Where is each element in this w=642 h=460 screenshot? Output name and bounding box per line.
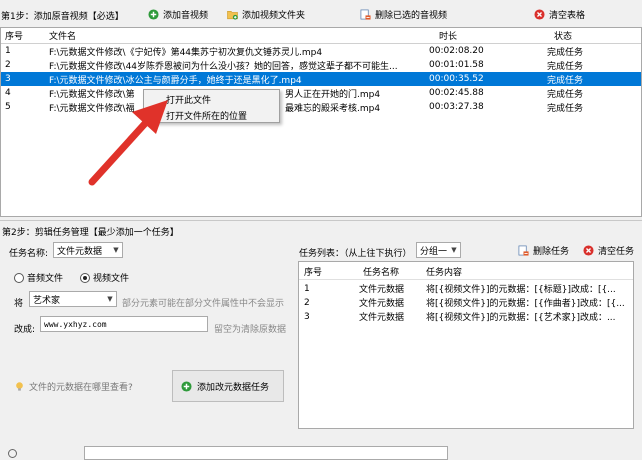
task-list-header: 序号 任务名称 任务内容 — [299, 265, 633, 278]
task-row-name: 文件元数据 — [359, 299, 405, 309]
change-value-text: www.yxhyz.com — [44, 319, 107, 329]
task-header-index[interactable]: 序号 — [304, 265, 334, 278]
task-header-content[interactable]: 任务内容 — [426, 265, 486, 278]
task-name-select[interactable]: 文件元数据 ▼ — [53, 242, 123, 258]
task-row-content: 将[{视频文件}]的元数据：[{标题}]改成：[{... — [426, 285, 616, 295]
task-row-content: 将[{视频文件}]的元数据：[{作曲者}]改成：[{... — [426, 299, 625, 309]
task-name-value: 文件元数据 — [57, 246, 103, 257]
add-metadata-task-label: 添加改元数据任务 — [197, 382, 270, 393]
step2-title: 第2步：剪辑任务管理【最少添加一个任务】 — [2, 228, 179, 238]
delete-task-label: 删除任务 — [533, 247, 570, 257]
task-row-index: 1 — [304, 283, 310, 294]
metadata-help-link[interactable]: 文件的元数据在哪里查看? — [14, 380, 133, 393]
task-name-label: 任务名称: — [9, 249, 49, 259]
task-row[interactable]: 1 文件元数据 将[{视频文件}]的元数据：[{标题}]改成：[{... — [299, 282, 633, 296]
radio-circle-icon — [14, 272, 24, 283]
task-row[interactable]: 3 文件元数据 将[{视频文件}]的元数据：[{艺术家}]改成：... — [299, 310, 633, 324]
chevron-down-icon: ▼ — [451, 246, 457, 254]
task-header-divider — [299, 279, 633, 280]
bottom-ring-icon — [8, 449, 17, 458]
audio-radio-label: 音频文件 — [27, 274, 64, 284]
field-prefix: 将 — [14, 299, 24, 309]
task-row-index: 2 — [304, 297, 310, 308]
task-row-name: 文件元数据 — [359, 313, 405, 323]
clear-task-button[interactable]: 清空任务 — [583, 244, 634, 257]
audio-radio[interactable]: 音频文件 — [14, 271, 63, 284]
delete-task-button[interactable]: 删除任务 — [518, 244, 569, 257]
bottom-input[interactable] — [84, 446, 448, 460]
change-value-input[interactable]: www.yxhyz.com — [40, 316, 208, 332]
task-row-name: 文件元数据 — [359, 285, 405, 295]
delete-file-icon — [518, 245, 529, 256]
add-circle-icon — [181, 380, 192, 392]
lightbulb-icon — [16, 382, 23, 391]
video-radio-label: 视频文件 — [93, 274, 130, 284]
metadata-field-select[interactable]: 艺术家 ▼ — [29, 291, 117, 307]
task-row-index: 3 — [304, 311, 310, 322]
task-row[interactable]: 2 文件元数据 将[{视频文件}]的元数据：[{作曲者}]改成：[{... — [299, 296, 633, 310]
change-hint: 留空为清除原数据 — [214, 325, 287, 335]
group-select[interactable]: 分组一 ▼ — [416, 242, 461, 258]
task-list-label: 任务列表：（从上往下执行） — [299, 249, 412, 259]
change-label: 改成: — [14, 325, 36, 335]
video-radio[interactable]: 视频文件 — [80, 271, 129, 284]
chevron-down-icon: ▼ — [107, 295, 113, 303]
radio-checked-icon — [80, 272, 90, 283]
group-value: 分组一 — [420, 246, 448, 257]
clear-task-label: 清空任务 — [598, 247, 635, 257]
task-row-content: 将[{视频文件}]的元数据：[{艺术家}]改成：... — [426, 313, 616, 323]
metadata-field-value: 艺术家 — [33, 295, 61, 306]
task-list-table[interactable]: 序号 任务名称 任务内容 1 文件元数据 将[{视频文件}]的元数据：[{标题}… — [298, 261, 634, 429]
add-metadata-task-button[interactable]: 添加改元数据任务 — [172, 370, 284, 402]
clear-icon — [583, 245, 594, 256]
metadata-help-label: 文件的元数据在哪里查看? — [29, 383, 133, 393]
task-header-name[interactable]: 任务名称 — [363, 265, 423, 278]
field-hint: 部分元素可能在部分文件属性中不会显示 — [122, 299, 285, 309]
chevron-down-icon: ▼ — [113, 246, 119, 254]
